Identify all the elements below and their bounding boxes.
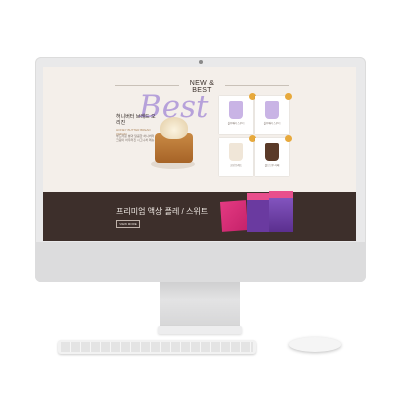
banner-text: 프리미엄 액상 플레 / 스위트	[116, 207, 209, 216]
screen: NEW & BEST Best 허니버터 브레드 오리진 HONEY BUTTE…	[43, 67, 356, 241]
drink-image	[265, 101, 279, 119]
drink-image	[229, 101, 243, 119]
product-name[interactable]: 허니버터 브레드 오리진	[116, 114, 156, 126]
cream-topping	[160, 117, 188, 139]
product-card-label: 콜드브루 라떼	[264, 164, 280, 167]
product-package-image	[219, 200, 249, 232]
title-divider-left	[115, 85, 179, 86]
drink-image	[265, 143, 279, 161]
product-card-label: 블루베리 스무디	[263, 122, 281, 125]
bread-image	[229, 143, 243, 161]
product-card[interactable]: 크림 브레드	[219, 135, 256, 176]
product-package-image	[247, 193, 269, 232]
product-card[interactable]: 블루베리 스무디	[219, 93, 256, 134]
product-card[interactable]: 블루베리 스무디	[255, 93, 292, 134]
package-label	[247, 193, 269, 200]
monitor-chin	[35, 242, 366, 282]
product-card[interactable]: 콜드브루 라떼	[255, 135, 292, 176]
stand-foot	[158, 326, 242, 334]
mouse	[289, 337, 341, 352]
keyboard-keys	[61, 342, 253, 352]
product-description: 부드러운 빵과 달콤한 허니버터 크림이 어우러진 시그니처 메뉴	[116, 134, 155, 142]
title-divider-right	[225, 85, 289, 86]
new-badge-icon	[285, 135, 292, 142]
view-more-button[interactable]: VIEW MORE	[116, 220, 140, 228]
camera-icon	[199, 60, 203, 64]
product-card-label: 블루베리 스무디	[227, 122, 245, 125]
product-card-label: 크림 브레드	[229, 164, 243, 167]
new-badge-icon	[285, 93, 292, 100]
monitor-stand	[160, 282, 240, 327]
product-package-image	[269, 191, 293, 232]
package-label	[269, 191, 293, 198]
keyboard	[58, 340, 256, 354]
